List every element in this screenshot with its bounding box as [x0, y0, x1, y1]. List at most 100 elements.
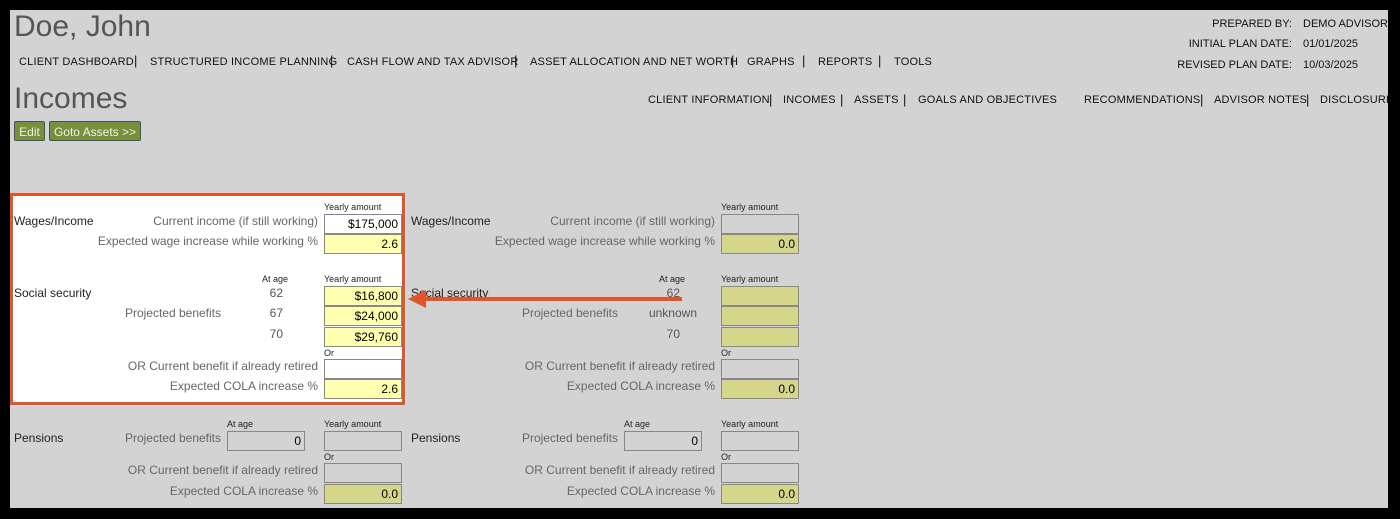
nav-graphs[interactable]: GRAPHS: [747, 56, 795, 68]
spouse-pension-amount-field[interactable]: [721, 431, 799, 451]
at-age-header: At age: [624, 419, 651, 429]
or-label: Or: [721, 452, 731, 462]
spouse-ss-age-70: 70: [666, 327, 680, 341]
client-ss-current-benefit-field[interactable]: [324, 359, 402, 379]
nav-separator: |: [878, 53, 882, 68]
wages-income-heading: Wages/Income: [14, 214, 94, 228]
nav-cash-flow-tax-advisor[interactable]: CASH FLOW AND TAX ADVISOR: [347, 56, 518, 68]
client-ss-amount-67[interactable]: $24,000: [324, 306, 402, 326]
nav-separator: |: [903, 92, 907, 107]
nav-tools[interactable]: TOOLS: [894, 56, 932, 68]
at-age-header: At age: [227, 419, 254, 429]
edit-button[interactable]: Edit: [14, 121, 45, 141]
social-security-heading: Social security: [14, 286, 92, 300]
main-panel: Doe, John CLIENT DASHBOARD | STRUCTURED …: [10, 10, 1388, 508]
nav-structured-income-planning[interactable]: STRUCTURED INCOME PLANNING: [150, 56, 337, 68]
subnav-disclosure[interactable]: DISCLOSURE: [1320, 94, 1388, 106]
nav-separator: |: [330, 53, 334, 68]
yearly-amount-header: Yearly amount: [721, 274, 779, 284]
client-ss-age-67: 67: [269, 306, 283, 320]
pensions-heading: Pensions: [14, 431, 64, 445]
nav-client-dashboard[interactable]: CLIENT DASHBOARD: [19, 56, 134, 68]
annotation-arrow-line: [424, 297, 682, 301]
spouse-ss-amount-67[interactable]: [721, 306, 799, 326]
subnav-incomes[interactable]: INCOMES: [783, 94, 836, 106]
annotation-arrow-icon: [408, 290, 426, 308]
spouse-ss-cola-field[interactable]: 0.0: [721, 379, 799, 399]
goto-assets-button[interactable]: Goto Assets >>: [49, 121, 141, 141]
initial-plan-date-label: INITIAL PLAN DATE:: [1188, 38, 1292, 50]
client-ss-amount-70[interactable]: $29,760: [324, 327, 402, 347]
wage-increase-label: Expected wage increase while working %: [494, 234, 715, 248]
projected-benefits-label: Projected benefits: [124, 431, 221, 445]
subnav-goals-objectives[interactable]: GOALS AND OBJECTIVES: [918, 94, 1057, 106]
wages-income-heading: Wages/Income: [411, 214, 491, 228]
client-pension-current-benefit-field[interactable]: [324, 463, 402, 483]
prepared-by-label: PREPARED BY:: [1212, 18, 1292, 30]
cola-increase-label: Expected COLA increase %: [566, 484, 715, 498]
revised-plan-date-label: REVISED PLAN DATE:: [1177, 59, 1292, 71]
yearly-amount-header: Yearly amount: [324, 274, 382, 284]
spouse-current-income-field[interactable]: [721, 214, 799, 234]
cola-increase-label: Expected COLA increase %: [566, 379, 715, 393]
subnav-client-information[interactable]: CLIENT INFORMATION: [648, 94, 770, 106]
spouse-ss-amount-70[interactable]: [721, 327, 799, 347]
spouse-pension-cola-field[interactable]: 0.0: [721, 484, 799, 504]
pensions-heading: Pensions: [411, 431, 461, 445]
subnav-assets[interactable]: ASSETS: [854, 94, 899, 106]
or-current-benefit-label: OR Current benefit if already retired: [127, 359, 318, 373]
cola-increase-label: Expected COLA increase %: [169, 484, 318, 498]
client-wage-increase-field[interactable]: 2.6: [324, 234, 402, 254]
projected-benefits-label: Projected benefits: [124, 306, 221, 320]
prepared-by-value: DEMO ADVISOR: [1303, 18, 1388, 30]
nav-separator: |: [1200, 92, 1204, 107]
at-age-header: At age: [262, 274, 289, 284]
subnav-advisor-notes[interactable]: ADVISOR NOTES: [1214, 94, 1307, 106]
current-income-label: Current income (if still working): [550, 214, 715, 228]
client-ss-age-70: 70: [269, 327, 283, 341]
spouse-pension-age-field[interactable]: 0: [624, 431, 702, 451]
spouse-ss-age-unknown: unknown: [648, 306, 697, 320]
yearly-amount-header: Yearly amount: [721, 202, 779, 212]
nav-separator: |: [840, 92, 844, 107]
or-label: Or: [324, 348, 334, 358]
client-pension-cola-field[interactable]: 0.0: [324, 484, 402, 504]
client-ss-amount-62[interactable]: $16,800: [324, 286, 402, 306]
subnav-recommendations[interactable]: RECOMMENDATIONS: [1084, 94, 1200, 106]
revised-plan-date-value: 10/03/2025: [1303, 59, 1359, 71]
spouse-pension-current-benefit-field[interactable]: [721, 463, 799, 483]
or-current-benefit-label: OR Current benefit if already retired: [524, 463, 715, 477]
spouse-ss-amount-62[interactable]: [721, 286, 799, 306]
nav-separator: |: [731, 53, 735, 68]
yearly-amount-header: Yearly amount: [721, 419, 779, 429]
or-label: Or: [324, 452, 334, 462]
initial-plan-date-value: 01/01/2025: [1303, 38, 1359, 50]
client-ss-age-62: 62: [269, 286, 283, 300]
yearly-amount-header: Yearly amount: [324, 419, 382, 429]
nav-separator: |: [134, 53, 138, 68]
spouse-wage-increase-field[interactable]: 0.0: [721, 234, 799, 254]
nav-reports[interactable]: REPORTS: [818, 56, 872, 68]
page-title: Incomes: [14, 82, 128, 115]
nav-separator: |: [769, 92, 773, 107]
or-label: Or: [721, 348, 731, 358]
nav-separator: |: [802, 53, 806, 68]
client-pension-amount-field[interactable]: [324, 431, 402, 451]
nav-separator: |: [1306, 92, 1310, 107]
nav-separator: |: [514, 53, 518, 68]
projected-benefits-label: Projected benefits: [521, 431, 618, 445]
current-income-label: Current income (if still working): [153, 214, 318, 228]
spouse-ss-current-benefit-field[interactable]: [721, 359, 799, 379]
or-current-benefit-label: OR Current benefit if already retired: [127, 463, 318, 477]
client-current-income-field[interactable]: $175,000: [324, 214, 402, 234]
client-pension-age-field[interactable]: 0: [227, 431, 305, 451]
client-name: Doe, John: [14, 10, 151, 43]
yearly-amount-header: Yearly amount: [324, 202, 382, 212]
or-current-benefit-label: OR Current benefit if already retired: [524, 359, 715, 373]
client-ss-cola-field[interactable]: 2.6: [324, 379, 402, 399]
nav-asset-allocation-net-worth[interactable]: ASSET ALLOCATION AND NET WORTH: [530, 56, 738, 68]
wage-increase-label: Expected wage increase while working %: [97, 234, 318, 248]
cola-increase-label: Expected COLA increase %: [169, 379, 318, 393]
projected-benefits-label: Projected benefits: [521, 306, 618, 320]
at-age-header: At age: [659, 274, 686, 284]
